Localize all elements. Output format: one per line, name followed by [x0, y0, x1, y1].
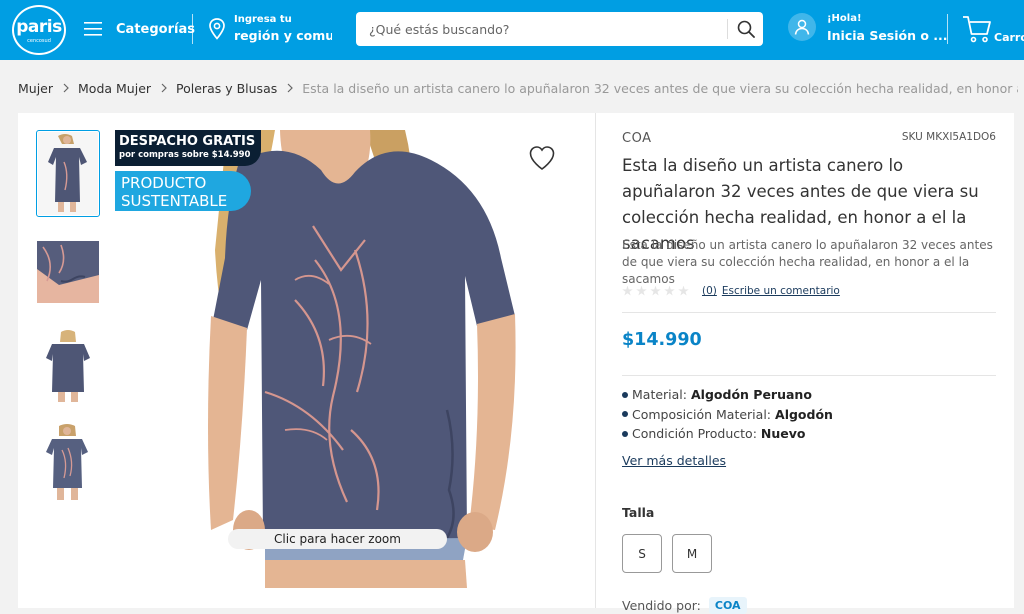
search-button[interactable]: [728, 12, 763, 46]
cart-label: Carro: [994, 31, 1024, 44]
star-icon: [636, 285, 647, 296]
categories-label: Categorías: [116, 21, 195, 37]
location-pin-icon: [209, 18, 225, 40]
thumbnail-2[interactable]: [36, 228, 100, 315]
search-input[interactable]: [356, 12, 726, 46]
breadcrumb-current: Esta la diseño un artista canero lo apuñ…: [302, 80, 1018, 96]
bullet-icon: [622, 411, 628, 418]
heart-icon: [529, 146, 555, 170]
thumbnail-3[interactable]: [36, 324, 100, 411]
product-price: $14.990: [622, 330, 702, 350]
spec-row: Condición Producto: Nuevo: [622, 424, 996, 444]
account-login-button[interactable]: ¡Hola! Inicia Sesión o ...: [788, 12, 948, 48]
free-shipping-title: DESPACHO GRATIS: [119, 134, 256, 149]
product-brand[interactable]: COA: [622, 131, 651, 146]
product-description: Esta la diseño un artista canero lo apuñ…: [622, 238, 993, 286]
breadcrumb-link-poleras-blusas[interactable]: Poleras y Blusas: [176, 81, 277, 96]
logo-subtext: cencosud: [27, 38, 51, 44]
bullet-icon: [622, 391, 628, 398]
product-sku: SKU MKXI5A1DO6: [901, 131, 996, 143]
free-shipping-subtitle: por compras sobre $14.990: [119, 150, 251, 160]
more-details-link[interactable]: Ver más detalles: [622, 453, 726, 468]
write-review-link[interactable]: Escribe un comentario: [722, 285, 840, 297]
thumbnail-1[interactable]: [36, 130, 100, 217]
seller-row: Vendido por: COA: [622, 597, 747, 614]
sustainable-product-badge: PRODUCTO SUSTENTABLE: [115, 171, 251, 211]
paris-logo[interactable]: paris cencosud: [12, 5, 66, 55]
size-option-s[interactable]: S: [622, 534, 662, 573]
rating-stars: [622, 285, 692, 297]
free-shipping-badge: DESPACHO GRATIS por compras sobre $14.99…: [115, 130, 261, 166]
star-icon: [622, 285, 633, 296]
spec-row: Material: Algodón Peruano: [622, 385, 996, 405]
product-card: DESPACHO GRATIS por compras sobre $14.99…: [18, 113, 1014, 614]
region-prompt: Ingresa tu: [234, 14, 292, 25]
review-count-link[interactable]: (0): [702, 285, 717, 297]
divider: [622, 375, 996, 376]
spec-value: Algodón: [775, 406, 833, 422]
header-divider: [947, 14, 948, 44]
thumbnail-image: [38, 132, 98, 215]
size-label: Talla: [622, 505, 655, 520]
spec-value: Algodón Peruano: [691, 387, 812, 402]
header-divider: [192, 14, 193, 44]
top-navigation-bar: paris cencosud Categorías Ingresa tu reg…: [0, 0, 1024, 60]
spec-key: Condición Producto:: [632, 426, 757, 441]
region-selector[interactable]: Ingresa tu región y comuna: [206, 12, 332, 46]
login-link-text: Inicia Sesión o ...: [827, 28, 948, 43]
spec-value: Nuevo: [760, 426, 806, 441]
sustainable-line-2: SUSTENTABLE: [121, 192, 228, 210]
cart-button[interactable]: Carro: [962, 14, 1024, 46]
spec-key: Material:: [632, 387, 687, 402]
product-info: COA SKU MKXI5A1DO6 Esta la diseño un art…: [622, 113, 996, 614]
seller-name[interactable]: COA: [708, 597, 747, 614]
search-bar: [356, 12, 763, 46]
thumbnail-image: [37, 240, 99, 303]
zoom-hint[interactable]: Clic para hacer zoom: [228, 529, 447, 549]
rating-row: (0) Escribe un comentario: [622, 284, 840, 298]
sustainable-line-1: PRODUCTO: [121, 174, 207, 192]
chevron-right-icon: [161, 83, 167, 93]
star-icon: [678, 285, 689, 296]
product-gallery: DESPACHO GRATIS por compras sobre $14.99…: [18, 113, 596, 608]
star-icon: [650, 285, 661, 296]
breadcrumb: Mujer Moda Mujer Poleras y Blusas Esta l…: [18, 79, 1018, 97]
size-option-m[interactable]: M: [672, 534, 712, 573]
thumbnail-4[interactable]: [36, 420, 100, 507]
breadcrumb-link-mujer[interactable]: Mujer: [18, 81, 53, 96]
star-icon: [664, 285, 675, 296]
product-specs: Material: Algodón Peruano Composición Ma…: [622, 385, 996, 444]
search-icon: [737, 20, 755, 38]
spec-row: Composición Material: Algodón: [622, 405, 996, 425]
user-icon: [788, 13, 816, 41]
thumbnail-image: [38, 326, 98, 409]
shopping-cart-icon: [963, 16, 991, 43]
chevron-right-icon: [63, 83, 69, 93]
categories-menu-button[interactable]: Categorías: [84, 17, 195, 41]
region-value: región y comuna: [234, 28, 332, 43]
divider: [622, 312, 996, 313]
spec-key: Composición Material:: [632, 406, 772, 422]
bullet-icon: [622, 430, 628, 437]
thumbnail-image: [38, 422, 98, 505]
favorite-button[interactable]: [528, 145, 556, 171]
seller-label: Vendido por:: [622, 598, 701, 613]
breadcrumb-link-moda-mujer[interactable]: Moda Mujer: [78, 81, 151, 96]
hamburger-icon: [84, 22, 102, 36]
logo-text: paris: [16, 17, 62, 37]
chevron-right-icon: [287, 83, 294, 93]
greeting-text: ¡Hola!: [827, 13, 862, 24]
